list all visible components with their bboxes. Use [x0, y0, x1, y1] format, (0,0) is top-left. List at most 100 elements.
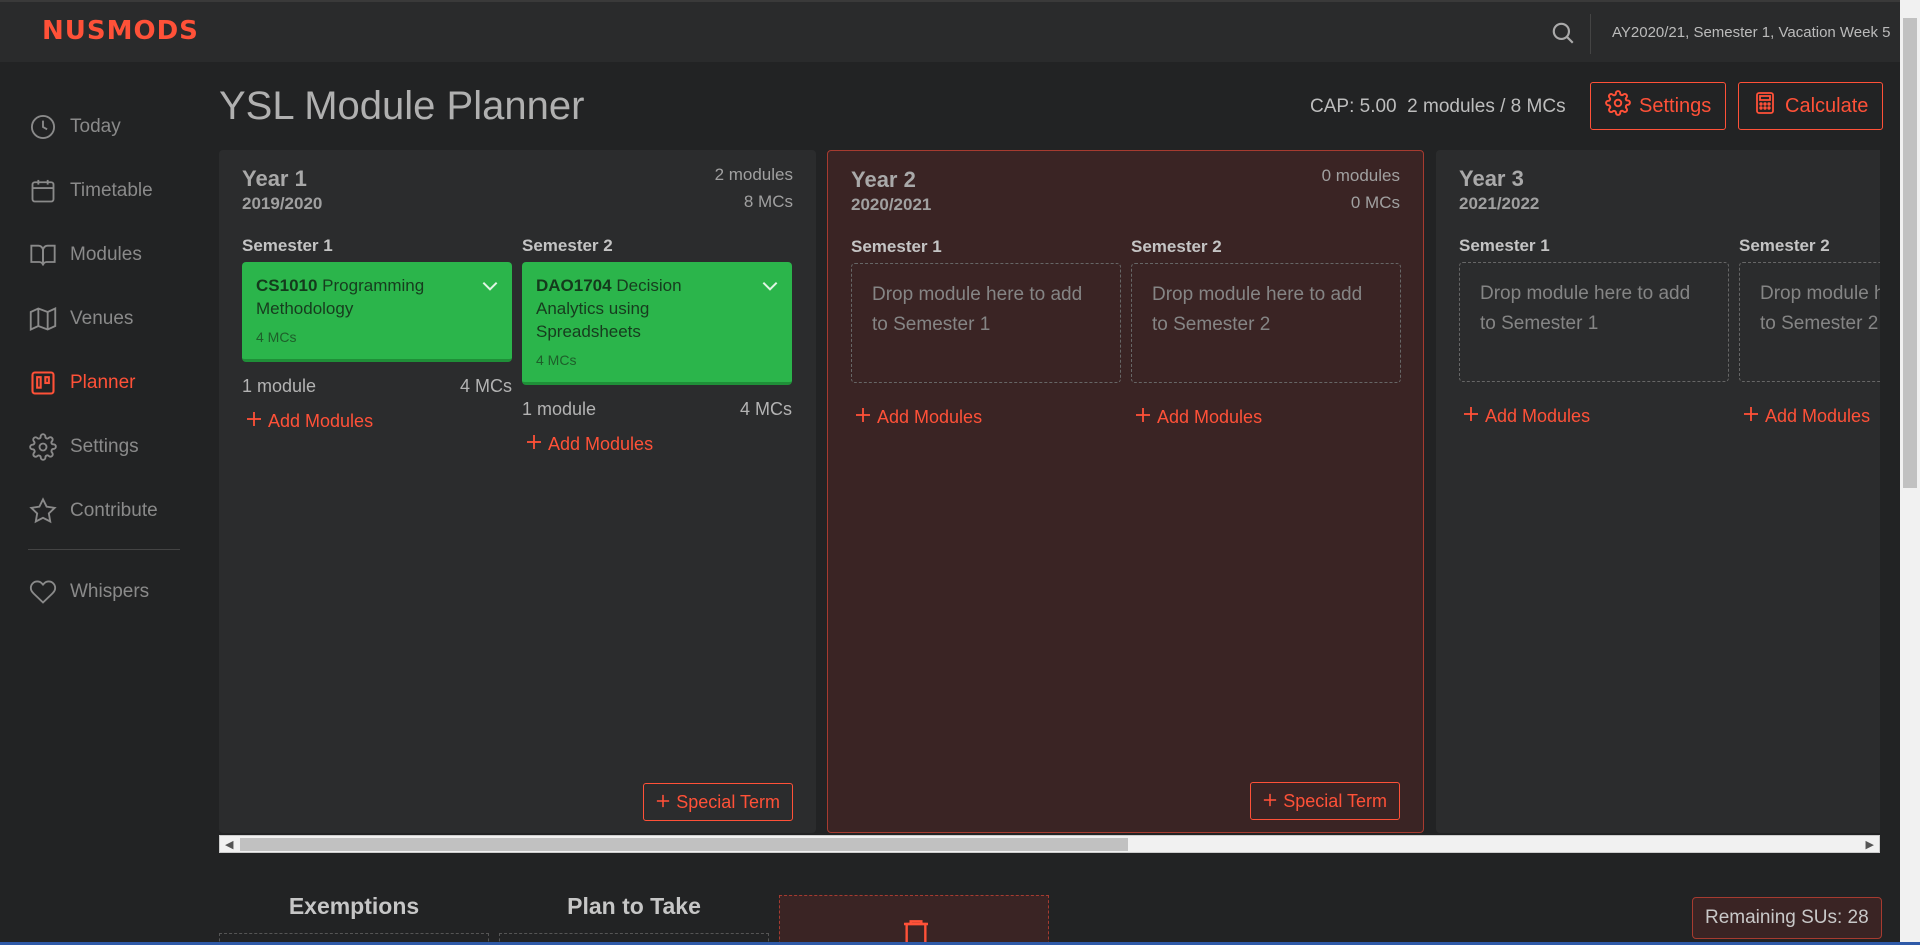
years-scroller[interactable]: Year 1 2019/2020 2 modules 8 MCs Semeste…	[219, 150, 1880, 835]
plus-icon	[855, 407, 871, 428]
semester-footer: 1 module 4 MCs	[522, 399, 792, 420]
plan-to-take-section: Plan to Take	[499, 893, 769, 945]
year-ay: 2020/2021	[851, 195, 932, 214]
add-modules-label: Add Modules	[877, 407, 983, 427]
plus-icon	[1463, 406, 1479, 427]
semester-title: Semester 1	[242, 236, 333, 255]
exemptions-title: Exemptions	[288, 893, 420, 919]
year-title: Year 1	[242, 166, 307, 191]
add-modules-label: Add Modules	[1765, 406, 1871, 426]
sidebar-item-contribute[interactable]: Contribute	[28, 479, 180, 543]
add-modules-button[interactable]: Add Modules	[1131, 407, 1401, 428]
chevron-down-icon[interactable]	[760, 276, 780, 296]
semester-column: Semester 2 Drop module here to add to Se…	[1739, 236, 1880, 427]
sidebar-item-label: Contribute	[70, 500, 158, 521]
add-modules-button[interactable]: Add Modules	[1739, 406, 1880, 427]
top-navbar: NUSMODS AY2020/21, Semester 1, Vacation …	[0, 0, 1900, 62]
year-module-count: 0 modules	[1321, 166, 1400, 185]
sidebar-item-venues[interactable]: Venues	[28, 287, 180, 351]
sidebar: Today Timetable Modules Venues Planner S…	[28, 95, 180, 624]
sidebar-item-timetable[interactable]: Timetable	[28, 159, 180, 223]
add-modules-button[interactable]: Add Modules	[242, 411, 512, 432]
chevron-down-icon[interactable]	[480, 276, 500, 296]
top-divider	[1590, 14, 1591, 54]
module-card[interactable]: CS1010 Programming Methodology 4 MCs	[242, 262, 512, 362]
cap-value: CAP: 5.00	[1310, 96, 1397, 117]
plus-icon	[526, 434, 542, 455]
settings-button[interactable]: Settings	[1590, 82, 1727, 130]
plan-to-take-title: Plan to Take	[567, 893, 701, 919]
module-dropzone[interactable]: Drop module here to add to Semester 1	[1459, 262, 1729, 382]
semester-module-count: 1 module	[242, 376, 317, 396]
semester-title: Semester 1	[1459, 236, 1550, 255]
semester-mc-total: 4 MCs	[459, 376, 512, 396]
special-term-button[interactable]: Special Term	[1250, 782, 1400, 820]
semester-mc-total: 4 MCs	[739, 399, 792, 419]
special-term-label: Special Term	[1283, 790, 1387, 811]
add-modules-button[interactable]: Add Modules	[1459, 406, 1729, 427]
sidebar-item-settings[interactable]: Settings	[28, 415, 180, 479]
add-modules-label: Add Modules	[268, 411, 374, 431]
module-dropzone[interactable]: Drop module here to add to Semester 2	[1131, 263, 1401, 383]
trash-dropzone[interactable]	[779, 895, 1049, 945]
scrollbar-thumb[interactable]	[240, 838, 1128, 851]
gear-icon	[28, 432, 58, 462]
search-icon[interactable]	[1550, 20, 1578, 48]
scroll-right-icon[interactable]: ▶	[1866, 838, 1874, 851]
year-title: Year 2	[851, 167, 916, 192]
nusmods-logo[interactable]: NUSMODS	[42, 16, 199, 46]
year-ay: 2019/2020	[242, 194, 323, 213]
sidebar-item-whispers[interactable]: Whispers	[28, 560, 180, 624]
sidebar-item-label: Venues	[70, 308, 134, 329]
trash-icon	[900, 916, 932, 945]
special-term-button[interactable]: Special Term	[643, 783, 793, 821]
clock-icon	[28, 112, 58, 142]
heart-icon	[28, 577, 58, 607]
semester-column: Semester 2 DAO1704 Decision Analytics us…	[522, 236, 792, 455]
year-mc-count: 0 MCs	[1350, 193, 1400, 212]
year-title: Year 3	[1459, 166, 1524, 191]
year-card: Year 1 2019/2020 2 modules 8 MCs Semeste…	[219, 150, 816, 833]
week-info: AY2020/21, Semester 1, Vacation Week 5	[1612, 24, 1891, 41]
add-modules-label: Add Modules	[548, 434, 654, 454]
book-icon	[28, 240, 58, 270]
semester-title: Semester 2	[1739, 236, 1830, 255]
scrollbar-thumb[interactable]	[1903, 18, 1917, 488]
horizontal-scrollbar[interactable]: ◀ ▶	[219, 835, 1880, 853]
calendar-icon	[28, 176, 58, 206]
sidebar-item-today[interactable]: Today	[28, 95, 180, 159]
sidebar-item-label: Modules	[70, 244, 142, 265]
special-term-label: Special Term	[676, 791, 780, 812]
semester-title: Semester 1	[851, 237, 942, 256]
scroll-left-icon[interactable]: ◀	[225, 838, 233, 851]
plus-icon	[246, 411, 262, 432]
semester-column: Semester 1 CS1010 Programming Methodolog…	[242, 236, 512, 432]
sidebar-item-modules[interactable]: Modules	[28, 223, 180, 287]
module-code: CS1010	[256, 276, 318, 295]
plus-icon	[1135, 407, 1151, 428]
sidebar-item-label: Timetable	[70, 180, 153, 201]
module-card[interactable]: DAO1704 Decision Analytics using Spreads…	[522, 262, 792, 385]
module-dropzone[interactable]: Drop module here to add to Semester 1	[851, 263, 1121, 383]
module-dropzone[interactable]: Drop module here to add to Semester 2	[1739, 262, 1880, 382]
map-icon	[28, 304, 58, 334]
add-modules-button[interactable]: Add Modules	[851, 407, 1121, 428]
sidebar-item-planner[interactable]: Planner	[28, 351, 180, 415]
sidebar-item-label: Today	[70, 116, 121, 137]
sidebar-item-label: Planner	[70, 372, 136, 393]
semester-module-count: 1 module	[522, 399, 597, 419]
add-modules-button[interactable]: Add Modules	[522, 434, 792, 455]
header-stats: CAP: 5.00 2 modules / 8 MCs	[1310, 96, 1566, 118]
sidebar-item-label: Settings	[70, 436, 139, 457]
semester-title: Semester 2	[522, 236, 613, 255]
year-mc-count: 8 MCs	[743, 192, 793, 211]
module-mcs: 4 MCs	[536, 352, 577, 368]
calculate-button-label: Calculate	[1785, 94, 1869, 117]
semester-column: Semester 1 Drop module here to add to Se…	[851, 237, 1121, 428]
calculate-button[interactable]: Calculate	[1738, 82, 1884, 130]
semester-title: Semester 2	[1131, 237, 1222, 256]
year-module-count: 2 modules	[714, 165, 793, 184]
plus-icon	[1263, 791, 1277, 812]
add-modules-label: Add Modules	[1157, 407, 1263, 427]
vertical-scrollbar[interactable]	[1900, 0, 1920, 945]
